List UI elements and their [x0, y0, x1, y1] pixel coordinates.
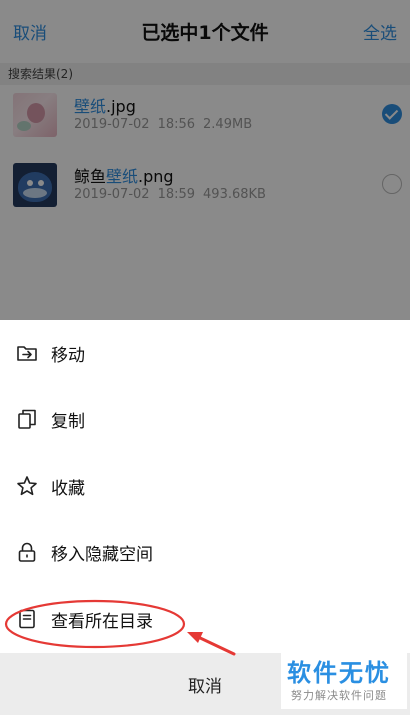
action-label: 复制: [51, 411, 85, 432]
action-label: 收藏: [51, 478, 85, 499]
watermark-title: 软件无忧: [287, 659, 391, 687]
annotation-arrow: [187, 632, 236, 656]
action-move[interactable]: 移动: [0, 320, 410, 386]
action-favorite[interactable]: 收藏: [0, 453, 410, 519]
lock-icon: [16, 541, 38, 563]
action-move-to-hidden[interactable]: 移入隐藏空间: [0, 519, 410, 585]
dim-overlay[interactable]: [0, 0, 410, 320]
watermark-subtitle: 努力解决软件问题: [291, 689, 387, 702]
action-copy[interactable]: 复制: [0, 386, 410, 452]
highlight-ellipse-annotation: [4, 599, 186, 649]
action-label: 移动: [51, 345, 85, 366]
move-to-folder-icon: [16, 342, 38, 364]
star-icon: [16, 475, 38, 497]
action-label: 移入隐藏空间: [51, 544, 153, 565]
watermark-logo: 软件无忧 努力解决软件问题: [281, 649, 407, 709]
copy-icon: [16, 408, 38, 430]
